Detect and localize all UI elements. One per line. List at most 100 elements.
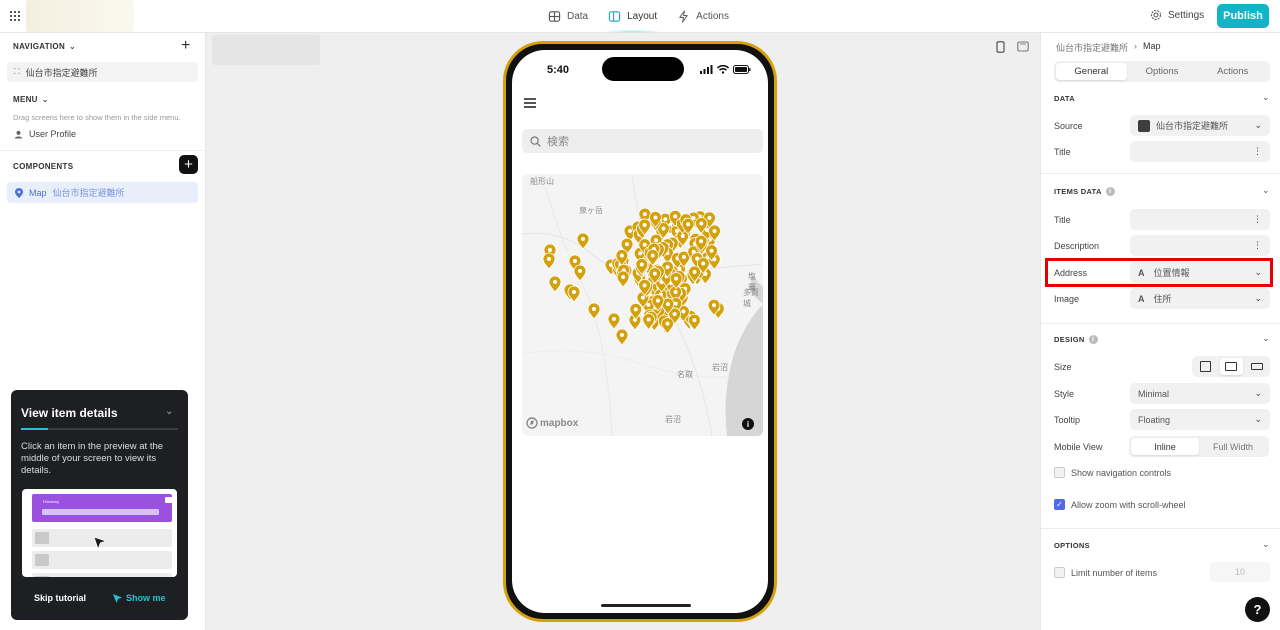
- tab-actions[interactable]: Actions: [677, 0, 729, 32]
- info-icon[interactable]: i: [742, 418, 754, 430]
- chevron-down-icon[interactable]: ⌄: [1262, 333, 1270, 344]
- divider: [1041, 323, 1280, 324]
- layout-icon: [608, 10, 621, 22]
- info-icon[interactable]: i: [1105, 187, 1115, 196]
- map-pin[interactable]: [615, 328, 629, 346]
- search-icon: [530, 135, 541, 147]
- skip-tutorial-button[interactable]: Skip tutorial: [34, 593, 86, 603]
- size-option-small[interactable]: [1194, 358, 1217, 375]
- mobile-view-full-width[interactable]: Full Width: [1199, 438, 1267, 455]
- tab-options[interactable]: Options: [1127, 63, 1198, 80]
- text-column-icon: A: [1138, 293, 1145, 304]
- limit-items-input[interactable]: 10: [1210, 562, 1270, 582]
- tab-data[interactable]: Data: [548, 0, 588, 32]
- map-pin[interactable]: [573, 264, 587, 282]
- mapbox-logo[interactable]: mapbox: [526, 417, 578, 429]
- title-field[interactable]: ⋮: [1130, 141, 1270, 162]
- source-select[interactable]: 仙台市指定避難所 ⌄: [1130, 115, 1270, 136]
- battery-icon: [733, 65, 751, 74]
- more-vertical-icon[interactable]: ⋮: [1253, 146, 1262, 157]
- map-view[interactable]: 船形山 泉ヶ岳 富谷 塩竈 多賀城 名取 岩沼 岩沼 mapbox i: [522, 174, 763, 436]
- breadcrumb-screen[interactable]: 仙台市指定避難所: [1056, 41, 1128, 54]
- navigation-heading[interactable]: NAVIGATION ⌄: [13, 42, 76, 51]
- inspector-tabs: General Options Actions: [1054, 61, 1270, 82]
- map-pin[interactable]: [542, 252, 556, 270]
- menu-item-label: User Profile: [29, 129, 77, 139]
- map-pin[interactable]: [548, 275, 562, 293]
- chevron-down-icon[interactable]: ⌄: [165, 406, 173, 417]
- more-vertical-icon[interactable]: ⋮: [1253, 214, 1262, 225]
- component-item-source: 仙台市指定避難所: [52, 188, 125, 198]
- add-component-button[interactable]: +: [179, 155, 198, 174]
- size-option-medium[interactable]: [1219, 358, 1243, 375]
- mobile-view-toggle: Inline Full Width: [1129, 436, 1269, 457]
- map-pin[interactable]: [616, 270, 630, 288]
- hamburger-menu-icon[interactable]: [524, 98, 536, 110]
- map-pin[interactable]: [587, 302, 601, 320]
- publish-button[interactable]: Publish: [1217, 4, 1269, 28]
- component-item-map[interactable]: Map 仙台市指定避難所: [7, 182, 198, 203]
- allow-zoom-checkbox[interactable]: ✓ Allow zoom with scroll-wheel: [1054, 499, 1186, 510]
- checkbox[interactable]: [1054, 467, 1065, 478]
- chevron-down-icon: ⌄: [1254, 388, 1262, 398]
- style-value: Minimal: [1138, 388, 1170, 399]
- show-navigation-label: Show navigation controls: [1071, 467, 1172, 478]
- tab-data-label: Data: [567, 10, 589, 22]
- tab-layout[interactable]: Layout: [602, 0, 664, 33]
- chevron-down-icon[interactable]: ⌄: [1262, 92, 1270, 103]
- info-icon[interactable]: i: [1088, 335, 1098, 344]
- nav-item-screen[interactable]: ⛶ 仙台市指定避難所: [7, 62, 198, 82]
- components-heading: COMPONENTS: [13, 162, 74, 171]
- search-input[interactable]: 検索: [522, 129, 763, 153]
- description-field[interactable]: ⋮: [1130, 235, 1270, 256]
- preview-row: [32, 551, 172, 569]
- style-select[interactable]: Minimal ⌄: [1130, 383, 1270, 404]
- chevron-right-icon: ›: [1134, 41, 1138, 51]
- title-label: Title: [1054, 147, 1071, 157]
- settings-button[interactable]: Settings: [1150, 9, 1204, 21]
- tutorial-preview-image: Directory: [22, 489, 177, 577]
- chevron-down-icon[interactable]: ⌄: [1262, 185, 1270, 196]
- device-toggle: [996, 41, 1029, 53]
- chevron-down-icon: ⌄: [1254, 120, 1262, 130]
- address-highlight-box: [1045, 258, 1273, 287]
- limit-items-checkbox[interactable]: Limit number of items: [1054, 567, 1157, 578]
- size-option-large[interactable]: [1246, 358, 1269, 375]
- help-button[interactable]: ?: [1245, 597, 1270, 622]
- phone-device-icon[interactable]: [996, 41, 1005, 53]
- menu-heading[interactable]: MENU ⌄: [13, 95, 49, 104]
- chevron-down-icon[interactable]: ⌄: [1262, 539, 1270, 550]
- style-label: Style: [1054, 389, 1075, 399]
- tab-actions[interactable]: Actions: [1197, 63, 1268, 80]
- map-pin[interactable]: [607, 312, 621, 330]
- add-navigation-button[interactable]: +: [181, 38, 190, 54]
- image-value: 住所: [1153, 294, 1172, 304]
- tablet-device-icon[interactable]: [1017, 41, 1029, 52]
- show-navigation-checkbox[interactable]: Show navigation controls: [1054, 467, 1171, 478]
- tab-general[interactable]: General: [1056, 63, 1127, 80]
- phone-screen: 5:40 検索 船形山 泉ヶ岳 富谷 塩竈 多賀城 名取: [512, 50, 768, 613]
- checkbox[interactable]: [1054, 567, 1065, 578]
- nav-item-label: 仙台市指定避難所: [25, 67, 98, 78]
- chevron-down-icon: ⌄: [1254, 293, 1262, 303]
- map-pin[interactable]: [576, 232, 590, 250]
- allow-zoom-label: Allow zoom with scroll-wheel: [1071, 499, 1186, 510]
- mobile-view-inline[interactable]: Inline: [1131, 438, 1199, 455]
- app-grid-icon[interactable]: [10, 11, 20, 21]
- top-bar: Data Layout Actions Settings Publish: [0, 0, 1280, 33]
- menu-item-user-profile[interactable]: User Profile: [14, 129, 76, 139]
- app-logo[interactable]: [26, 0, 134, 32]
- component-item-label: Map: [29, 187, 47, 198]
- tab-actions-label: Actions: [696, 10, 729, 22]
- preview-search: [42, 509, 159, 515]
- more-vertical-icon[interactable]: ⋮: [1253, 240, 1262, 251]
- items-title-field[interactable]: ⋮: [1130, 209, 1270, 230]
- preview-row: [32, 573, 172, 577]
- show-me-button[interactable]: Show me: [113, 593, 166, 603]
- divider: [0, 150, 206, 151]
- checkbox-checked[interactable]: ✓: [1054, 499, 1065, 510]
- image-select[interactable]: A 住所 ⌄: [1130, 288, 1270, 309]
- tutorial-progress: [21, 428, 178, 430]
- tooltip-select[interactable]: Floating ⌄: [1130, 409, 1270, 430]
- wifi-icon: [717, 65, 729, 74]
